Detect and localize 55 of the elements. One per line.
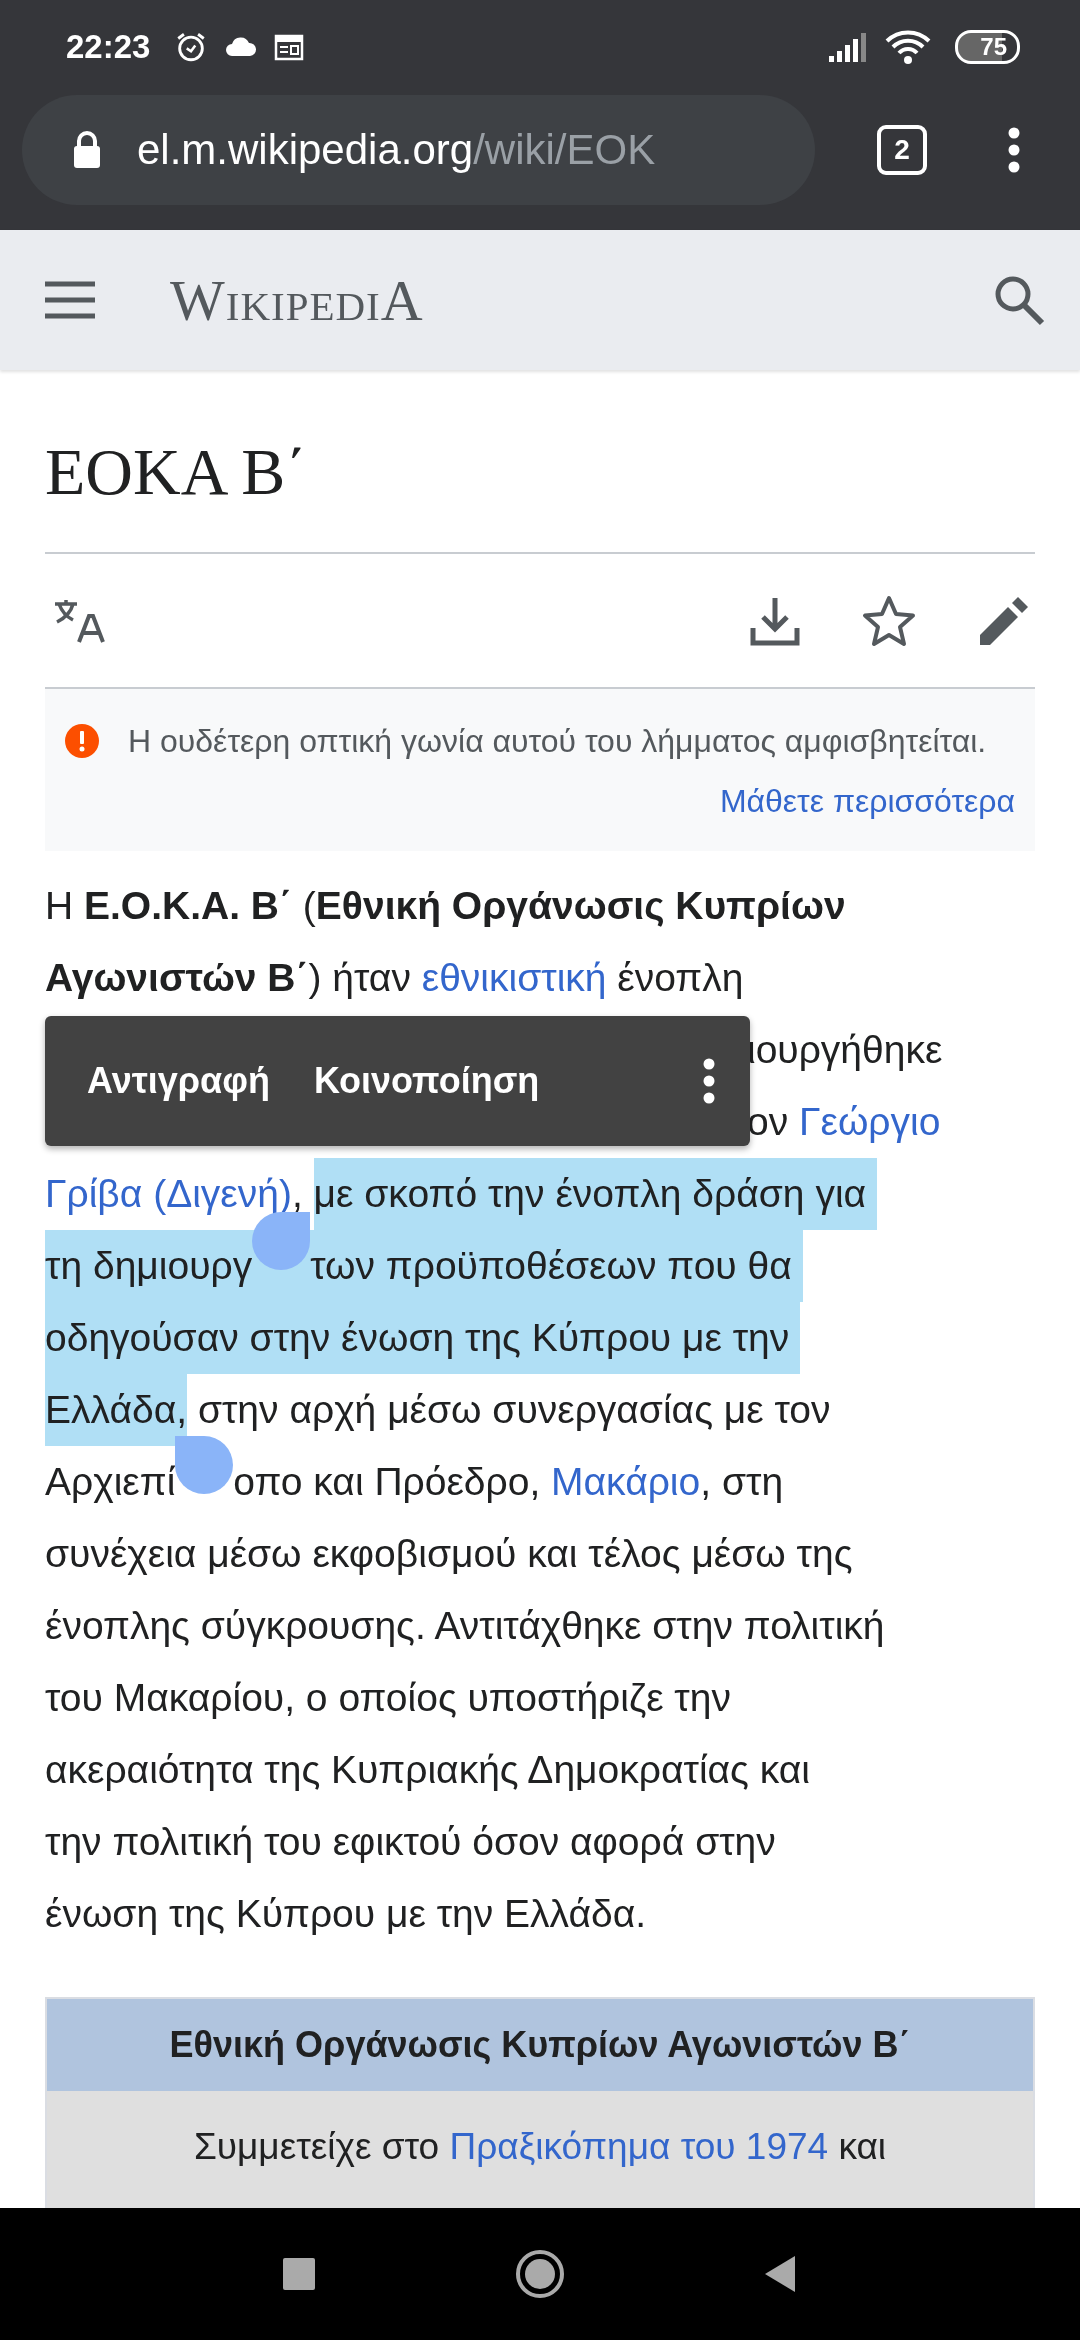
paragraph-text: συνέχεια μέσω εκφοβισμού και τέλος μέσω της [45,1531,853,1577]
back-icon[interactable] [765,2256,797,2292]
paragraph-text: του Μακαρίου, ο οποίος υποστήριζε την [45,1675,731,1721]
infobox-text: και [837,2125,887,2169]
menu-option[interactable]: Αντιγραφή [65,1040,292,1122]
paragraph-text: Η Ε.Ο.Κ.Α. Β΄ (Εθνική Οργάνωσις Κυπρίων [45,883,846,929]
more-options-icon[interactable] [702,1058,716,1104]
paragraph-text: Ελλάδα, [45,1374,188,1446]
url-host: el.m.wikipedia.org [137,126,474,173]
status-time: 22:23 [66,28,151,66]
warning-icon [65,724,99,758]
paragraph-text: Αρχιεπί [45,1459,176,1505]
article-link[interactable]: Μακάριο [551,1446,701,1518]
paragraph-text: ένωση της Κύπρου με την Ελλάδα. [45,1891,647,1937]
paragraph-text: των προϋποθέσεων που θα [310,1230,803,1302]
article-link[interactable]: Γεώργιο [799,1086,941,1158]
infobox-text: Συμμετείχε στο [193,2125,441,2169]
lock-icon [72,131,102,169]
download-icon[interactable] [750,595,800,646]
home-icon[interactable] [515,2249,565,2299]
paragraph-text: ιουργήθηκε [747,1027,943,1073]
paragraph-text: στην αρχή μέσω συνεργασίας με τον [196,1387,831,1433]
menu-option[interactable]: Κοινοποίηση [291,1040,562,1122]
paragraph-text: Αγωνιστών Β΄) ήταν [45,955,412,1001]
paragraph-text: οδηγούσαν στην ένωση της Κύπρου με την [45,1302,801,1374]
tab-count-button[interactable]: 2 [877,125,927,175]
star-icon[interactable] [862,594,916,647]
paragraph-text: με σκοπό την ένοπλη δράση για [313,1158,877,1230]
calendar-icon [274,33,305,61]
menu-icon[interactable] [1007,127,1021,173]
paragraph-text: , [291,1171,304,1217]
cloud-icon [224,35,259,59]
notice-text: Η ουδέτερη οπτική γωνία αυτού του λήμματος αμφισβητείται. [128,723,987,759]
infobox-title: Εθνική Οργάνωσις Κυπρίων Αγωνιστών Β΄ [47,1999,1033,2091]
pencil-icon[interactable] [978,594,1030,647]
paragraph-text: ένοπλη [616,955,744,1001]
paragraph-text: τη δημιουργ [45,1230,253,1302]
address-bar[interactable]: el.m.wikipedia.org/wiki/EOK [22,95,815,205]
paragraph-text: , στη [700,1459,784,1505]
url-path: /wiki/EOK [473,126,656,173]
selection-handle[interactable] [175,1436,234,1494]
battery-indicator: 75 [955,30,1020,64]
article-link[interactable]: εθνικιστική [421,942,607,1014]
article-link[interactable]: Γρίβα (Διγενή) [45,1158,292,1230]
paragraph-text: ένοπλης σύγκρουσης. Αντιτάχθηκε στην πολιτική [45,1603,885,1649]
paragraph-text: ακεραιότητα της Κυπριακής Δημοκρατίας και [45,1747,810,1793]
menu-icon[interactable] [45,281,95,319]
infobox-link[interactable]: Πραξικόπημα του 1974 [449,2111,829,2183]
paragraph-text: οπο και Πρόεδρο, [233,1459,542,1505]
paragraph-text: την πολιτική του εφικτού όσον αφορά στην [45,1819,776,1865]
paragraph-text: ον [747,1099,790,1145]
article-title: ΕΟΚΑ Β΄ [45,370,1035,554]
learn-more-link[interactable]: Μάθετε περισσότερα [719,771,1015,831]
wifi-icon [885,29,932,65]
wikipedia-logo[interactable]: WikipediA [170,266,424,334]
